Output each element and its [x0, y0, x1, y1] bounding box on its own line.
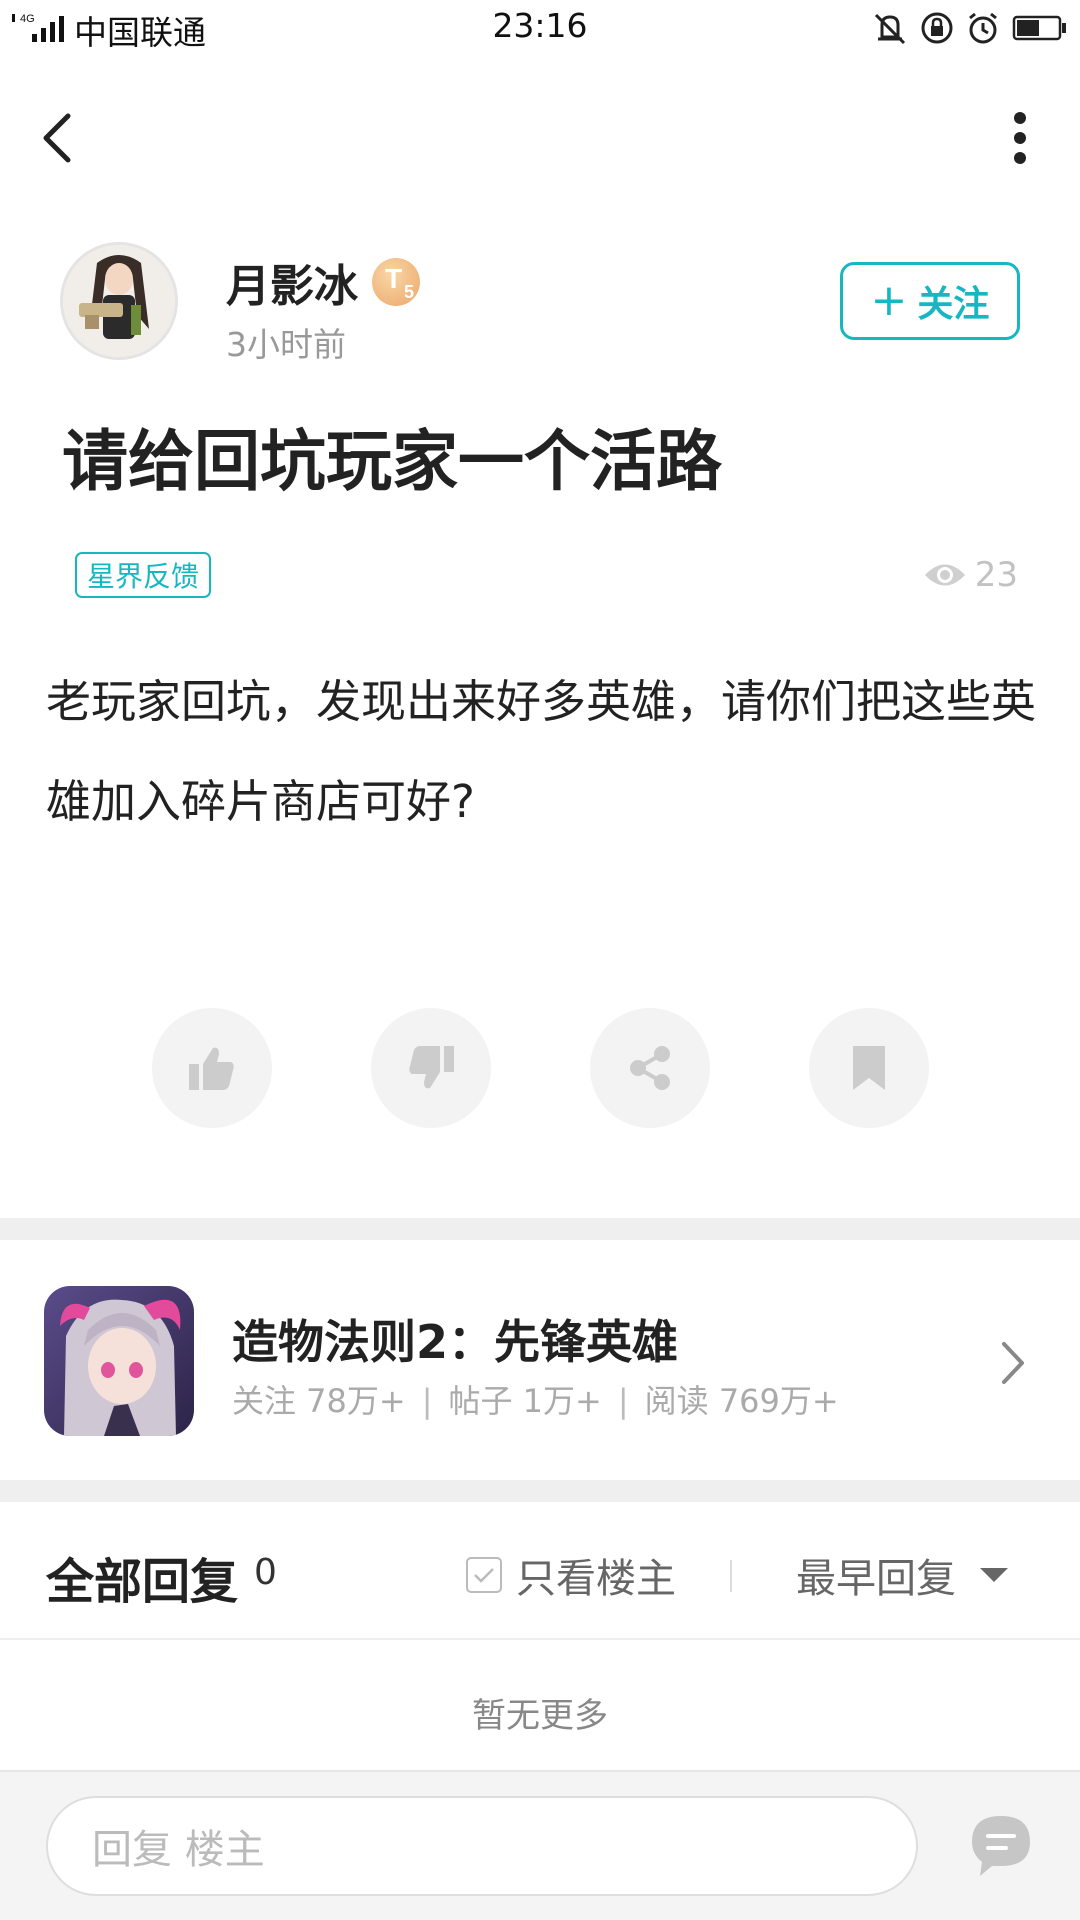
alarm-icon: [969, 12, 997, 44]
nav-bar: [0, 90, 1080, 186]
game-icon-art: [44, 1286, 194, 1436]
post-actions: [0, 1008, 1080, 1128]
post-tag[interactable]: 星界反馈: [75, 552, 212, 598]
dislike-button[interactable]: [371, 1008, 491, 1128]
follow-button[interactable]: + 关注: [840, 262, 1020, 340]
view-count: 23: [923, 554, 1018, 596]
level-badge: T 5: [372, 258, 420, 306]
game-read-count: 阅读 769万+: [644, 1382, 839, 1420]
stats-separator: |: [617, 1382, 629, 1420]
checkbox-icon: [466, 1557, 502, 1593]
bookmark-icon: [853, 1046, 885, 1090]
more-vertical-icon: [1014, 112, 1026, 164]
game-name: 造物法则2：先锋英雄: [232, 1315, 679, 1369]
stats-separator: |: [421, 1382, 433, 1420]
battery-icon: [1012, 15, 1066, 41]
sort-order-dropdown[interactable]: 最早回复: [796, 1552, 1008, 1602]
post-content: 老玩家回坑，发现出来好多英雄，请你们把这些英雄加入碎片商店可好?: [46, 675, 1037, 828]
thumbs-up-icon: [189, 1047, 234, 1090]
vertical-separator: [730, 1560, 732, 1592]
post-time: 3小时前: [226, 325, 346, 364]
level-number: 5: [404, 282, 415, 302]
chevron-right-icon: [1002, 1342, 1024, 1384]
replies-title: 全部回复: [46, 1554, 239, 1610]
follow-label: 关注: [917, 284, 990, 325]
replies-header: 全部回复 0 只看楼主 最早回复: [0, 1504, 1080, 1640]
section-divider: [0, 1480, 1080, 1502]
op-only-toggle[interactable]: 只看楼主: [466, 1552, 676, 1602]
back-button[interactable]: [40, 108, 100, 168]
reply-bar: 回复 楼主: [0, 1770, 1080, 1920]
eye-icon: [924, 564, 965, 586]
plus-icon: +: [870, 275, 908, 326]
game-stats: 关注 78万+ | 帖子 1万+ | 阅读 769万+: [232, 1376, 839, 1422]
caret-down-icon: [980, 1568, 1008, 1582]
game-icon: [44, 1286, 194, 1436]
reply-input-placeholder: 回复 楼主: [92, 1827, 265, 1873]
op-only-label: 只看楼主: [516, 1556, 676, 1602]
rotation-lock-icon: [921, 12, 953, 44]
avatar-image: [63, 245, 175, 357]
more-button[interactable]: [990, 108, 1050, 168]
section-divider: [0, 1218, 1080, 1240]
like-button[interactable]: [152, 1008, 272, 1128]
game-post-count: 帖子 1万+: [448, 1382, 602, 1420]
level-letter: T: [385, 263, 403, 294]
post-tag-label: 星界反馈: [87, 560, 200, 593]
share-icon: [630, 1046, 670, 1090]
status-icons: [872, 8, 1068, 48]
status-bar: 4G 中国联通 23:16: [0, 0, 1080, 56]
no-more-text: 暂无更多: [472, 1696, 608, 1736]
vibrate-icon: [874, 13, 906, 45]
share-button[interactable]: [590, 1008, 710, 1128]
game-card[interactable]: 造物法则2：先锋英雄 关注 78万+ | 帖子 1万+ | 阅读 769万+: [0, 1242, 1080, 1480]
view-count-value: 23: [974, 555, 1018, 595]
author-name[interactable]: 月影冰: [226, 250, 358, 314]
replies-count: 0: [254, 1552, 277, 1593]
reply-input[interactable]: 回复 楼主: [46, 1796, 918, 1896]
chevron-left-icon: [43, 113, 71, 163]
game-follow-count: 关注 78万+: [232, 1382, 406, 1420]
author-avatar[interactable]: [60, 242, 178, 360]
comment-icon[interactable]: [966, 1810, 1036, 1880]
bookmark-button[interactable]: [809, 1008, 929, 1128]
post-title: 请给回坑玩家一个活路: [62, 423, 722, 500]
sort-order-label: 最早回复: [796, 1556, 956, 1602]
thumbs-down-icon: [409, 1046, 454, 1089]
